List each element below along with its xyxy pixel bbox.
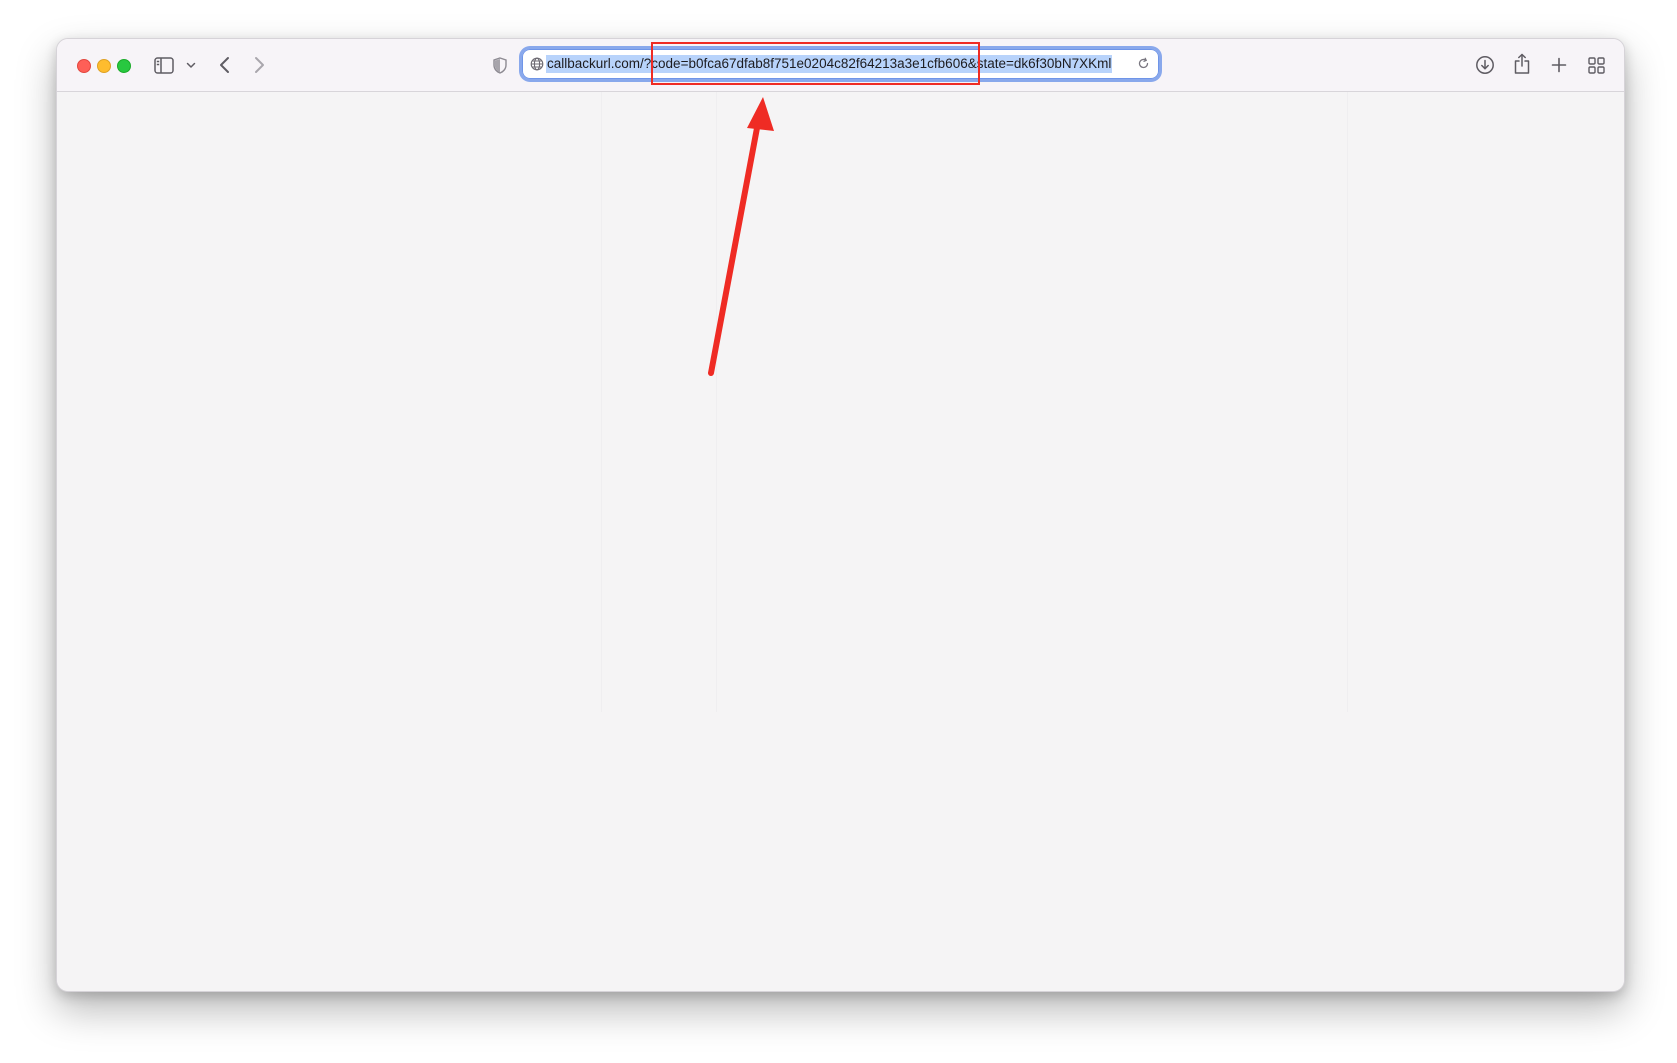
download-icon[interactable] [1474,53,1496,77]
page-content [57,92,1624,991]
globe-icon [530,57,544,71]
shield-icon[interactable] [491,55,509,75]
close-window-button[interactable] [77,59,91,73]
address-bar[interactable]: callbackurl.com/?code=b0fca67dfab8f751e0… [522,49,1159,79]
column-guide [1347,92,1348,712]
url-text[interactable]: callbackurl.com/?code=b0fca67dfab8f751e0… [546,55,1113,73]
screenshot-stage: callbackurl.com/?code=b0fca67dfab8f751e0… [0,0,1677,1063]
sidebar-icon[interactable] [153,54,175,76]
chevron-down-icon[interactable] [184,56,198,74]
reload-icon[interactable] [1137,57,1151,71]
browser-toolbar: callbackurl.com/?code=b0fca67dfab8f751e0… [57,39,1624,92]
plus-icon[interactable] [1548,53,1570,77]
back-arrow-icon[interactable] [215,53,233,77]
zoom-window-button[interactable] [117,59,131,73]
minimize-window-button[interactable] [97,59,111,73]
grid-icon[interactable] [1585,53,1607,77]
forward-arrow-icon[interactable] [250,53,268,77]
column-guide [716,92,717,712]
column-guide [601,92,602,712]
share-icon[interactable] [1511,51,1533,77]
browser-window: callbackurl.com/?code=b0fca67dfab8f751e0… [56,38,1625,992]
